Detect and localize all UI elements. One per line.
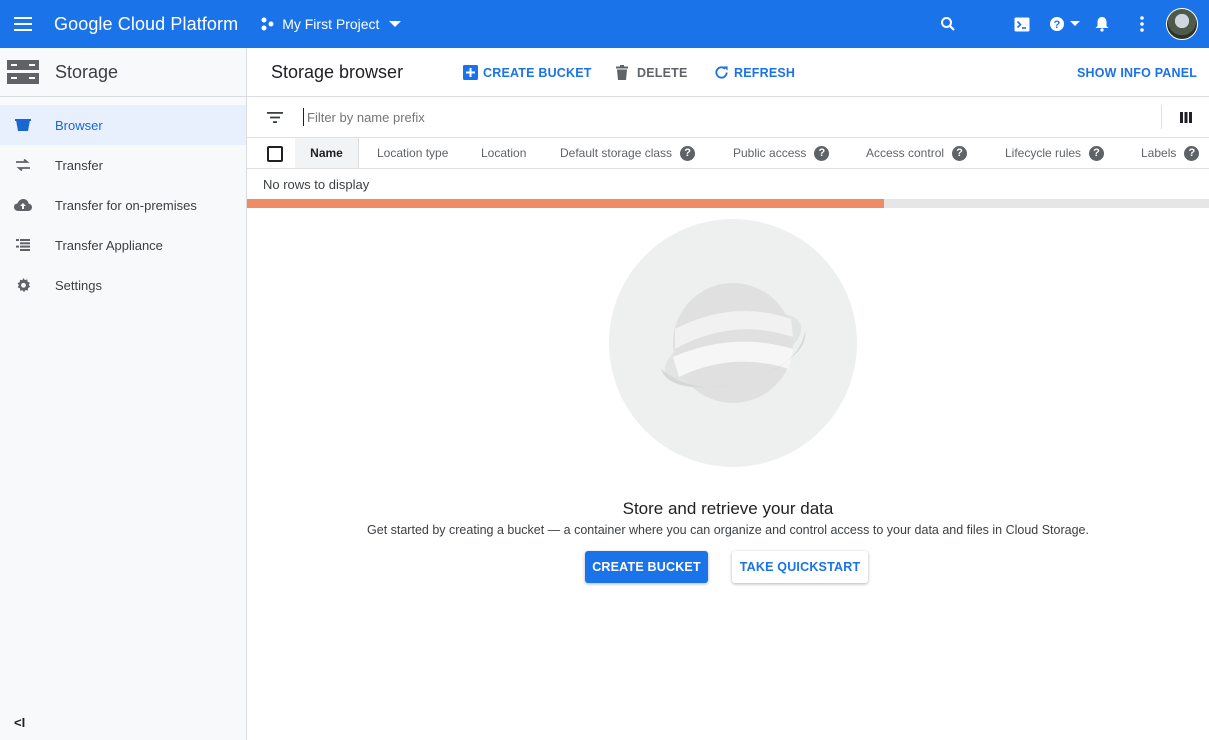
- main-content: Storage browser CREATE BUCKET DELETE REF…: [247, 48, 1209, 740]
- column-header-location-type[interactable]: Location type: [377, 138, 448, 168]
- more-vert-icon[interactable]: [1122, 0, 1162, 48]
- progress-fill: [247, 199, 884, 208]
- filter-input[interactable]: [303, 108, 1123, 126]
- sidebar: Storage Browser Transfer Transfer for on…: [0, 48, 247, 740]
- cloud-shell-icon[interactable]: [1002, 0, 1042, 48]
- select-all-checkbox[interactable]: [267, 146, 283, 162]
- loading-progress-bar: [247, 199, 1209, 208]
- add-box-icon: [463, 65, 478, 80]
- filter-bar: [247, 97, 1209, 138]
- column-label: Name: [310, 146, 343, 160]
- empty-table-message: No rows to display: [263, 176, 370, 192]
- cloud-upload-icon: [0, 199, 46, 211]
- menu-icon[interactable]: [0, 0, 46, 48]
- column-header-location[interactable]: Location: [481, 138, 526, 168]
- refresh-label: REFRESH: [734, 65, 796, 80]
- filter-list-icon: [247, 111, 303, 123]
- brand-title[interactable]: Google Cloud Platform: [54, 14, 238, 35]
- show-info-panel-button[interactable]: SHOW INFO PANEL: [1077, 48, 1197, 97]
- column-header-default-storage-class[interactable]: Default storage class ?: [560, 138, 696, 168]
- create-bucket-button[interactable]: CREATE BUCKET: [585, 551, 708, 583]
- sidebar-item-transfer[interactable]: Transfer: [0, 145, 246, 185]
- sidebar-item-transfer-appliance[interactable]: Transfer Appliance: [0, 225, 246, 265]
- delete-label: DELETE: [637, 65, 688, 80]
- sidebar-item-transfer-on-premises[interactable]: Transfer for on-premises: [0, 185, 246, 225]
- sidebar-nav: Browser Transfer Transfer for on-premise…: [0, 105, 246, 305]
- create-bucket-label: CREATE BUCKET: [483, 65, 592, 80]
- sidebar-header: Storage: [0, 48, 246, 97]
- column-header-labels[interactable]: Labels ?: [1141, 138, 1200, 168]
- column-header-public-access[interactable]: Public access ?: [733, 138, 830, 168]
- column-label: Labels: [1141, 146, 1177, 160]
- top-app-bar: Google Cloud Platform My First Project ?: [0, 0, 1209, 48]
- column-label: Lifecycle rules: [1005, 146, 1082, 160]
- svg-text:?: ?: [1054, 19, 1061, 31]
- bucket-icon: [0, 118, 46, 132]
- help-icon[interactable]: ?: [952, 145, 968, 161]
- page-title: Storage browser: [271, 61, 404, 82]
- trash-icon: [616, 65, 628, 80]
- chevron-down-icon: [389, 21, 402, 27]
- column-label: Access control: [866, 146, 945, 160]
- project-icon: [261, 17, 274, 31]
- list-icon: [0, 239, 46, 251]
- sidebar-item-settings[interactable]: Settings: [0, 265, 246, 305]
- sidebar-title: Storage: [55, 61, 119, 82]
- page-toolbar: Storage browser CREATE BUCKET DELETE REF…: [247, 48, 1209, 97]
- delete-button[interactable]: DELETE: [616, 48, 688, 97]
- column-header-name[interactable]: Name: [295, 138, 359, 168]
- column-label: Location: [481, 146, 527, 160]
- refresh-icon: [715, 66, 728, 79]
- column-label: Location type: [377, 146, 449, 160]
- project-name: My First Project: [282, 16, 380, 32]
- help-icon[interactable]: ?: [1089, 145, 1105, 161]
- planet-illustration: [609, 219, 857, 467]
- sidebar-item-label: Browser: [55, 117, 103, 133]
- account-avatar[interactable]: [1166, 8, 1198, 40]
- project-selector[interactable]: My First Project: [260, 0, 402, 48]
- sidebar-item-label: Transfer for on-premises: [55, 197, 197, 213]
- column-header-access-control[interactable]: Access control ?: [866, 138, 968, 168]
- search-icon[interactable]: [928, 0, 968, 48]
- sidebar-item-label: Transfer: [55, 157, 103, 173]
- column-header-lifecycle-rules[interactable]: Lifecycle rules ?: [1005, 138, 1105, 168]
- empty-state-title: Store and retrieve your data: [622, 499, 834, 518]
- empty-state-description: Get started by creating a bucket — a con…: [367, 523, 1089, 537]
- create-bucket-toolbar-button[interactable]: CREATE BUCKET: [463, 48, 592, 97]
- help-icon[interactable]: ?: [1184, 145, 1200, 161]
- sidebar-item-label: Settings: [55, 277, 102, 293]
- column-label: Public access: [733, 146, 807, 160]
- gear-icon: [0, 277, 46, 293]
- take-quickstart-button[interactable]: TAKE QUICKSTART: [732, 551, 868, 583]
- column-display-icon[interactable]: [1161, 105, 1209, 129]
- column-label: Default storage class: [560, 146, 673, 160]
- sidebar-item-label: Transfer Appliance: [55, 237, 163, 253]
- collapse-sidebar-button[interactable]: <I: [14, 715, 25, 730]
- table-header: Name Location type Location Default stor…: [247, 138, 1209, 169]
- help-icon[interactable]: ?: [814, 145, 830, 161]
- storage-icon: [0, 60, 46, 84]
- swap-arrows-icon: [0, 159, 46, 171]
- refresh-button[interactable]: REFRESH: [714, 48, 795, 97]
- help-icon[interactable]: ?: [680, 145, 696, 161]
- notifications-bell-icon[interactable]: [1082, 0, 1122, 48]
- sidebar-item-browser[interactable]: Browser: [0, 105, 246, 145]
